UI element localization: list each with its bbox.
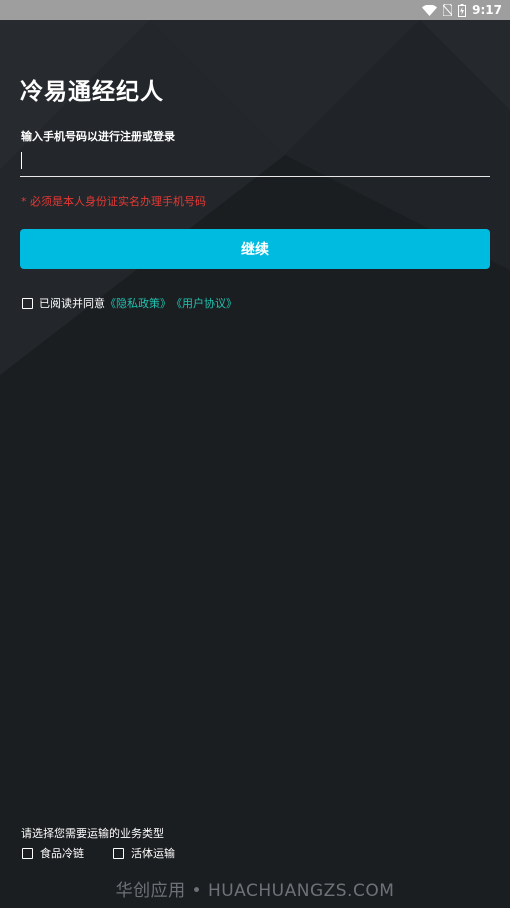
user-agreement-link[interactable]: 《用户协议》 xyxy=(171,295,237,311)
business-option-label: 活体运输 xyxy=(131,847,175,860)
wifi-icon xyxy=(422,4,438,16)
live-transport-checkbox[interactable] xyxy=(113,847,124,859)
app-title: 冷易通经纪人 xyxy=(20,79,164,105)
status-time: 9:17 xyxy=(472,3,502,17)
privacy-policy-link[interactable]: 《隐私政策》 xyxy=(105,295,171,311)
agreement-row: 已阅读并同意 《隐私政策》 《用户协议》 xyxy=(22,296,237,310)
agreement-prefix: 已阅读并同意 xyxy=(39,297,105,310)
status-bar: 9:17 xyxy=(0,0,510,20)
text-cursor xyxy=(21,152,22,169)
business-option-food-cold-chain[interactable]: 食品冷链 xyxy=(22,846,84,860)
phone-input[interactable] xyxy=(20,144,490,177)
watermark-text: 华创应用 • HUACHUANGZS.COM xyxy=(115,881,395,901)
business-type-label: 请选择您需要运输的业务类型 xyxy=(21,827,164,840)
business-option-label: 食品冷链 xyxy=(40,847,84,860)
agreement-checkbox[interactable] xyxy=(22,297,33,309)
battery-icon xyxy=(458,3,467,17)
no-sim-icon xyxy=(443,4,453,16)
business-option-live-transport[interactable]: 活体运输 xyxy=(113,846,175,860)
phone-input-label: 输入手机号码以进行注册或登录 xyxy=(21,130,175,143)
food-cold-chain-checkbox[interactable] xyxy=(22,847,33,859)
phone-warning-text: * 必须是本人身份证实名办理手机号码 xyxy=(21,195,206,208)
login-screen: 冷易通经纪人 输入手机号码以进行注册或登录 * 必须是本人身份证实名办理手机号码… xyxy=(0,0,510,908)
continue-button[interactable]: 继续 xyxy=(20,229,490,269)
